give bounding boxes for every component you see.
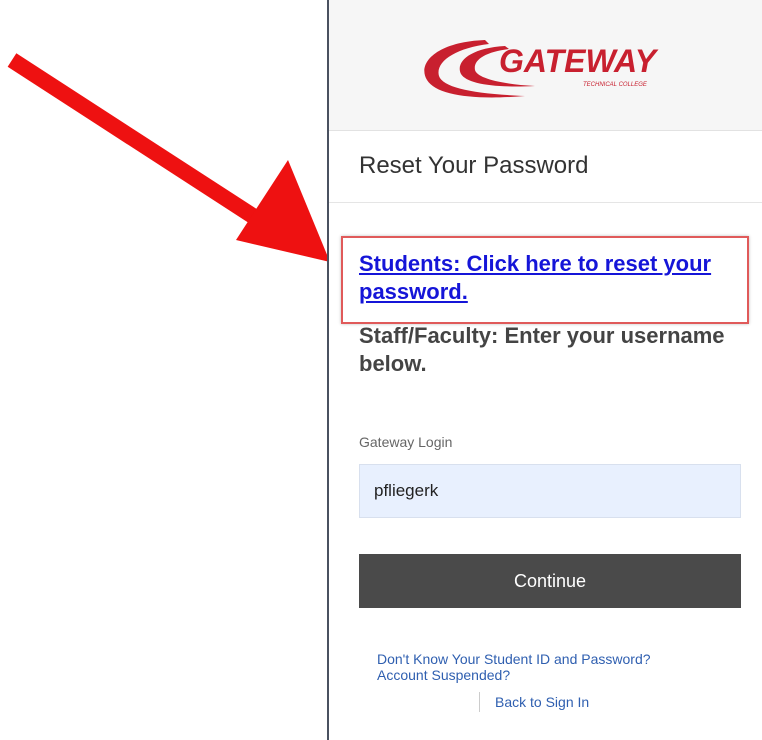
back-to-sign-in-link[interactable]: Back to Sign In — [495, 694, 589, 710]
logo-wordmark: GATEWAY — [499, 43, 659, 79]
red-arrow-annotation — [7, 53, 330, 262]
divider — [329, 202, 762, 203]
continue-button[interactable]: Continue — [359, 554, 741, 608]
gateway-login-input[interactable] — [359, 464, 741, 518]
header: GATEWAY TECHNICAL COLLEGE — [329, 0, 762, 131]
reset-password-panel: GATEWAY TECHNICAL COLLEGE Reset Your Pas… — [327, 0, 762, 740]
link-separator — [479, 692, 480, 712]
page-title: Reset Your Password — [359, 152, 589, 179]
students-reset-link[interactable]: Students: Click here to reset your passw… — [359, 250, 739, 306]
help-line-1: Don't Know Your Student ID and Password? — [377, 651, 651, 667]
help-link[interactable]: Don't Know Your Student ID and Password?… — [377, 651, 737, 683]
gateway-logo: GATEWAY TECHNICAL COLLEGE — [424, 40, 659, 98]
logo-tagline: TECHNICAL COLLEGE — [583, 82, 648, 88]
help-line-2: Account Suspended? — [377, 667, 511, 683]
gateway-login-label: Gateway Login — [359, 434, 453, 450]
staff-instructions: Staff/Faculty: Enter your username below… — [359, 323, 725, 376]
